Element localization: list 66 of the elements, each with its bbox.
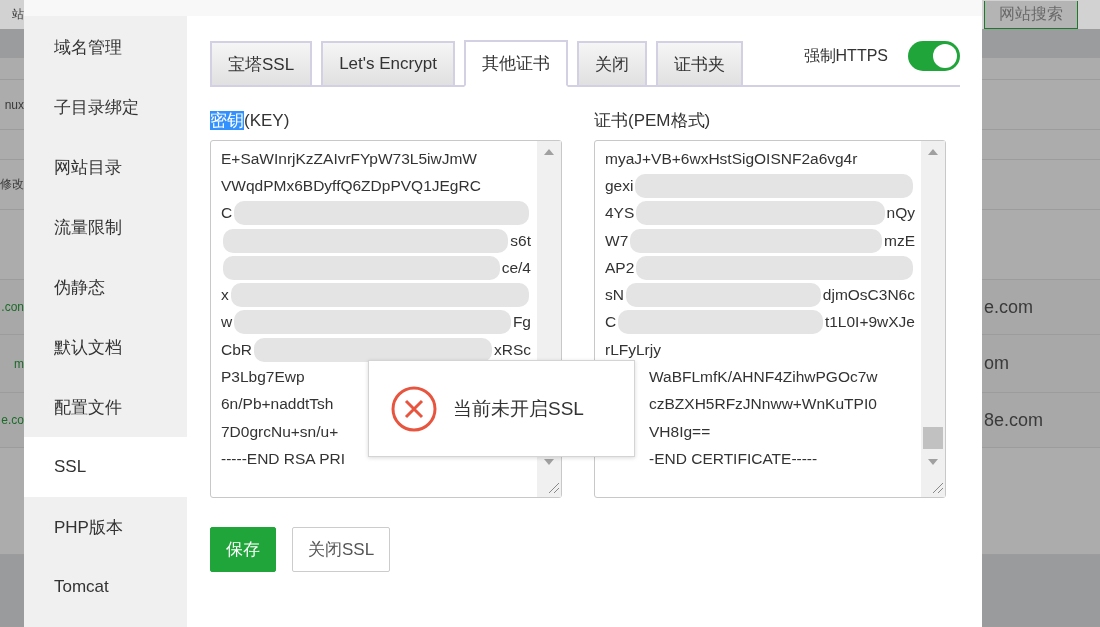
sidebar-item[interactable]: 流量限制: [24, 197, 187, 257]
field-label: 密钥(KEY): [210, 110, 291, 129]
sidebar-item[interactable]: PHP版本: [24, 497, 187, 557]
tab[interactable]: 关闭: [576, 41, 647, 85]
text-line: 4YS: [605, 204, 635, 223]
resize-handle-icon[interactable]: [547, 481, 559, 493]
text-line: t1L0I+9wXJe: [824, 313, 915, 332]
sidebar-item[interactable]: 配置文件: [24, 377, 187, 437]
text-line: VH8Ig==: [649, 422, 711, 441]
text-line: xRSc: [493, 340, 531, 359]
text-line: sN: [605, 286, 624, 305]
background-text: om: [984, 353, 1009, 374]
text-line: E+SaWInrjKzZAIvrFYpW73L5iwJmW: [221, 149, 477, 168]
field-label: 证书(PEM格式): [594, 110, 712, 129]
text-line: P3Lbg7Ewp: [221, 368, 305, 386]
background-text: 修改: [0, 176, 24, 193]
text-line: AP2: [605, 258, 635, 277]
toggle-switch[interactable]: [908, 41, 960, 71]
toggle-label: 强制HTTPS: [803, 45, 888, 66]
text-line: C: [605, 313, 617, 332]
tab[interactable]: 证书夹: [655, 41, 743, 85]
scrollbar[interactable]: [921, 141, 945, 497]
text-line: Fg: [512, 313, 531, 332]
scroll-up-icon[interactable]: [544, 149, 554, 155]
text-line: myaJ+VB+6wxHstSigOISNF2a6vg4r: [605, 149, 858, 168]
resize-handle-icon[interactable]: [931, 481, 943, 493]
error-icon: [391, 385, 437, 432]
text-line: czBZXH5RFzJNnww+WnKuTPI0: [649, 395, 877, 414]
sidebar-item[interactable]: 网站目录: [24, 137, 187, 197]
scroll-up-icon[interactable]: [928, 149, 938, 155]
text-line: s6t: [510, 231, 531, 250]
text-line: rLFyLrjy: [605, 340, 661, 359]
close-ssl-button[interactable]: 关闭SSL: [292, 527, 391, 572]
sidebar-item[interactable]: 伪静态: [24, 257, 187, 317]
text-line: x: [221, 286, 229, 305]
text-line: W7: [605, 231, 629, 250]
scrollbar-thumb[interactable]: [923, 427, 943, 449]
tab[interactable]: 宝塔SSL: [210, 41, 313, 85]
text-line: -END CERTIFICATE-----: [649, 449, 818, 468]
background-text: e.com: [984, 296, 1034, 318]
tab[interactable]: 其他证书: [463, 40, 568, 87]
text-line: gexi: [605, 176, 634, 195]
background-text: 8e.com: [984, 409, 1044, 431]
sidebar-item[interactable]: SSL: [24, 437, 187, 497]
text-line: ce/4: [501, 258, 531, 277]
sidebar-item[interactable]: Tomcat: [24, 557, 187, 617]
scroll-down-icon[interactable]: [544, 459, 554, 465]
background-text: nux: [4, 97, 24, 112]
sidebar-item[interactable]: 子目录绑定: [24, 77, 187, 137]
sidebar-item[interactable]: 域名管理: [24, 17, 187, 77]
text-line: CbR: [221, 340, 252, 359]
text-line: C: [221, 204, 233, 223]
text-line: djmOsC3N6c: [822, 286, 915, 305]
text-line: nQy: [886, 204, 915, 223]
text-line: 6n/Pb+naddtTsh: [221, 395, 334, 414]
background-text: 站: [12, 6, 24, 23]
text-line: mzE: [884, 231, 915, 250]
text-line: 7D0grcNu+sn/u+: [221, 422, 339, 441]
text-line: VWqdPMx6BDyffQ6ZDpPVQ1JEgRC: [221, 176, 481, 195]
sidebar-item[interactable]: 默认文档: [24, 317, 187, 377]
text-line: -----END RSA PRI: [221, 449, 345, 468]
tab[interactable]: Let's Encrypt: [321, 41, 455, 85]
scroll-down-icon[interactable]: [928, 459, 938, 465]
text-line: WaBFLmfK/AHNF4ZihwPGOc7w: [649, 368, 878, 386]
text-line: w: [221, 313, 233, 332]
text-area[interactable]: myaJ+VB+6wxHstSigOISNF2a6vg4r gexi 4YS nQy W7 mzE AP2 sN djmOsC3N6c C t1L0I+9wXJe rLFyLrjy WaBFLmfK/AHNF4ZihwPGOc7w czBZXH5RFzJNnww+WnKuTPI0 VH8Ig== -END CERTIFICATE-----: [594, 140, 946, 498]
